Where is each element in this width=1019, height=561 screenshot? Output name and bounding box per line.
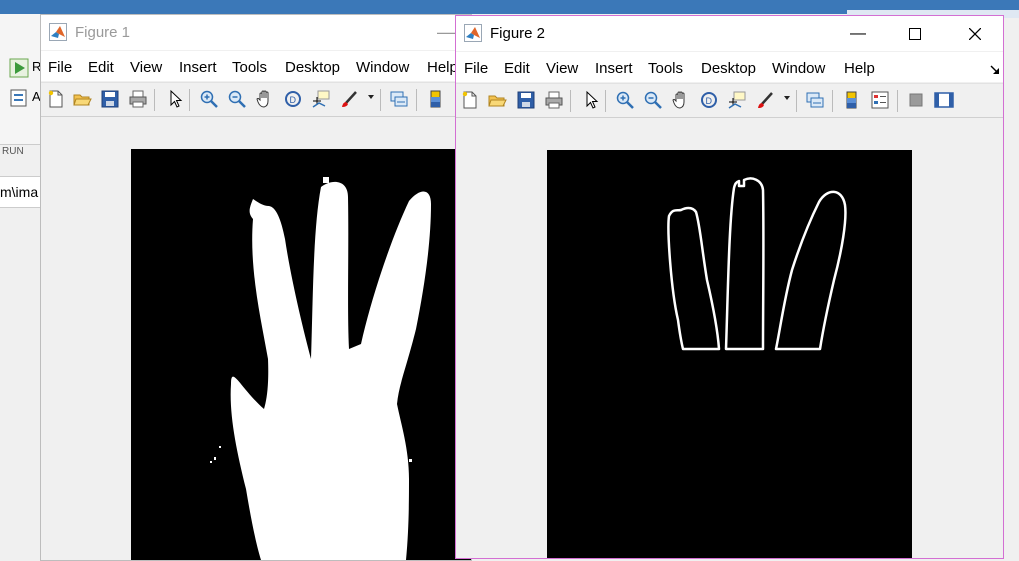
finger-outlines-graphic — [667, 177, 847, 351]
save-icon[interactable] — [100, 89, 120, 109]
brush-icon[interactable] — [340, 89, 360, 109]
menu-help[interactable]: Help — [844, 60, 875, 77]
figure-1-menubar: File Edit View Insert Tools Desktop Wind… — [41, 51, 471, 81]
toolbar-separator — [570, 90, 571, 112]
menu-insert[interactable]: Insert — [595, 60, 633, 77]
rotate-3d-icon[interactable]: D — [283, 89, 303, 109]
rotate-3d-icon[interactable]: D — [699, 90, 719, 110]
toolbar-separator — [380, 89, 381, 111]
menu-window[interactable]: Window — [772, 60, 825, 77]
right-finger-outline — [774, 190, 847, 351]
new-figure-icon[interactable] — [46, 89, 66, 109]
close-button[interactable] — [952, 16, 998, 51]
show-plot-tools-icon[interactable] — [934, 90, 954, 110]
open-file-icon[interactable] — [487, 90, 507, 110]
left-finger-outline — [667, 206, 721, 351]
print-icon[interactable] — [128, 89, 148, 109]
menu-desktop[interactable]: Desktop — [285, 59, 340, 76]
toolbar-separator — [832, 90, 833, 112]
hide-plot-tools-icon[interactable] — [906, 90, 926, 110]
menu-tools[interactable]: Tools — [232, 59, 267, 76]
brush-icon[interactable] — [756, 90, 776, 110]
maximize-button[interactable] — [892, 16, 938, 51]
figure-2-title: Figure 2 — [490, 25, 546, 42]
figure-1-title: Figure 1 — [75, 24, 131, 41]
advance-button[interactable] — [9, 88, 29, 108]
hand-mask-graphic — [210, 177, 431, 560]
menu-window[interactable]: Window — [356, 59, 409, 76]
open-file-icon[interactable] — [72, 89, 92, 109]
menu-edit[interactable]: Edit — [504, 60, 530, 77]
figure-1-window[interactable]: Figure 1 — File Edit View Insert Tools D… — [40, 14, 472, 561]
menu-tools[interactable]: Tools — [648, 60, 683, 77]
dock-arrow-icon[interactable] — [990, 62, 1000, 80]
toolbar-separator — [189, 89, 190, 111]
menu-file[interactable]: File — [48, 59, 72, 76]
colorbar-icon[interactable] — [842, 90, 862, 110]
close-icon — [969, 27, 981, 40]
brush-dropdown-icon[interactable] — [368, 95, 374, 99]
pointer-icon[interactable] — [165, 89, 185, 109]
menu-desktop[interactable]: Desktop — [701, 60, 756, 77]
pan-icon[interactable] — [255, 89, 275, 109]
colorbar-icon[interactable] — [426, 89, 446, 109]
address-bar[interactable]: m\ima — [0, 176, 40, 208]
figure-2-toolbar: D — [456, 83, 1003, 118]
figure-2-image[interactable] — [547, 150, 912, 558]
print-icon[interactable] — [544, 90, 564, 110]
minimize-icon: — — [850, 24, 866, 42]
menu-edit[interactable]: Edit — [88, 59, 114, 76]
link-plot-icon[interactable] — [389, 89, 409, 109]
menu-file[interactable]: File — [464, 60, 488, 77]
toolbar-separator — [416, 89, 417, 111]
zoom-in-icon[interactable] — [199, 89, 219, 109]
advance-icon — [10, 89, 27, 107]
menu-help[interactable]: Help — [427, 59, 458, 76]
data-cursor-icon[interactable] — [311, 89, 331, 109]
matlab-toolstrip: R A RUN — [0, 14, 41, 157]
figure-1-titlebar[interactable]: Figure 1 — — [41, 15, 471, 50]
run-section-label: RUN — [2, 146, 24, 157]
figure-1-toolbar: D — [41, 82, 471, 117]
figure-2-menubar: File Edit View Insert Tools Desktop Wind… — [456, 52, 1003, 82]
zoom-out-icon[interactable] — [643, 90, 663, 110]
middle-finger-outline — [724, 177, 765, 351]
address-text: m\ima — [0, 184, 39, 200]
data-cursor-icon[interactable] — [727, 90, 747, 110]
figure-2-window[interactable]: Figure 2 — File Edit View Insert Tools D… — [455, 15, 1004, 559]
menu-insert[interactable]: Insert — [179, 59, 217, 76]
toolbar-separator — [605, 90, 606, 112]
svg-text:D: D — [706, 96, 713, 106]
legend-icon[interactable] — [870, 90, 890, 110]
run-button[interactable] — [9, 58, 29, 78]
matlab-logo-icon — [464, 24, 482, 42]
toolbar-separator — [154, 89, 155, 111]
pan-icon[interactable] — [671, 90, 691, 110]
pointer-icon[interactable] — [581, 90, 601, 110]
matlab-logo-icon — [49, 23, 67, 41]
figure-2-titlebar[interactable]: Figure 2 — — [456, 16, 1003, 51]
svg-text:D: D — [290, 95, 297, 105]
zoom-in-icon[interactable] — [615, 90, 635, 110]
brush-dropdown-icon[interactable] — [784, 96, 790, 100]
maximize-icon — [909, 27, 921, 40]
menu-view[interactable]: View — [130, 59, 162, 76]
toolbar-separator — [897, 90, 898, 112]
new-figure-icon[interactable] — [460, 90, 480, 110]
menu-view[interactable]: View — [546, 60, 578, 77]
zoom-out-icon[interactable] — [227, 89, 247, 109]
figure-1-image[interactable] — [131, 149, 471, 560]
save-icon[interactable] — [516, 90, 536, 110]
toolbar-separator — [796, 90, 797, 112]
minimize-icon: — — [437, 22, 455, 42]
minimize-button[interactable]: — — [835, 16, 881, 51]
link-plot-icon[interactable] — [805, 90, 825, 110]
run-icon — [9, 58, 29, 78]
